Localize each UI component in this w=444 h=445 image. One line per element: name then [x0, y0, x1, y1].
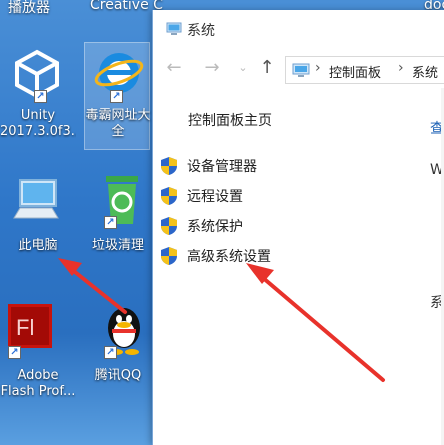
desktop-icon-label: 垃圾清理 — [91, 238, 144, 253]
desktop-icon-browser[interactable]: ↗ 毒霸网址大 全 — [80, 44, 156, 150]
forward-arrow-icon[interactable]: → — [202, 58, 222, 78]
system-window-icon — [166, 22, 182, 35]
desktop-icon-label: 2017.3.0f3... — [0, 124, 76, 139]
flash-icon: Fl — [8, 304, 52, 348]
svg-text:Fl: Fl — [16, 315, 34, 340]
control-panel-home-link[interactable]: 控制面板主页 — [188, 110, 272, 130]
breadcrumb-system[interactable]: 系统 — [412, 62, 438, 81]
desktop: 播放器 Creative C ↗ Unity 2017.3.0f3... ↗ 毒… — [0, 0, 163, 445]
task-label: 高级系统设置 — [187, 249, 271, 265]
navigation-bar: ← → ⌄ ↑ › 控制面板 › 系统 — [153, 48, 444, 88]
desktop-icon-unity[interactable]: ↗ Unity 2017.3.0f3... — [0, 44, 76, 150]
task-label: 系统保护 — [187, 219, 243, 235]
desktop-icon-qq[interactable]: ↗ 腾讯QQ — [80, 300, 156, 410]
uac-shield-icon — [161, 247, 177, 265]
system-window: 系统 ← → ⌄ ↑ › 控制面板 › 系统 控制面板主页 设备管理器 远程设置… — [152, 10, 444, 445]
up-arrow-icon[interactable]: ↑ — [257, 58, 277, 78]
uac-shield-icon — [161, 217, 177, 235]
task-label: 设备管理器 — [187, 159, 257, 175]
left-task-pane: 控制面板主页 设备管理器 远程设置 系统保护 高级系统设置 — [153, 88, 423, 445]
desktop-icon-adobe-flash[interactable]: Fl ↗ Adobe Flash Prof... — [0, 300, 76, 410]
back-arrow-icon[interactable]: ← — [164, 58, 184, 78]
chevron-right-icon: › — [398, 60, 404, 76]
shortcut-arrow-icon: ↗ — [8, 346, 21, 359]
control-panel-icon — [292, 63, 310, 77]
task-label: 远程设置 — [187, 189, 243, 205]
desktop-icon-label: 此电脑 — [18, 238, 58, 253]
desktop-icon-label: Unity — [20, 108, 56, 123]
breadcrumb-control-panel[interactable]: 控制面板 — [329, 62, 381, 81]
shortcut-arrow-icon: ↗ — [34, 90, 47, 103]
computer-icon — [13, 179, 59, 219]
chevron-right-icon: › — [315, 60, 321, 76]
title-bar[interactable]: 系统 — [153, 10, 444, 48]
desktop-icon-label: 腾讯QQ — [94, 368, 142, 383]
desktop-icon-label: 毒霸网址大 — [85, 108, 151, 123]
window-title: 系统 — [187, 23, 215, 39]
desktop-label-player[interactable]: 播放器 — [8, 0, 50, 17]
desktop-icon-this-pc[interactable]: 此电脑 — [0, 170, 76, 260]
uac-shield-icon — [161, 187, 177, 205]
desktop-icon-label: 全 — [111, 124, 125, 139]
shortcut-arrow-icon: ↗ — [104, 346, 117, 359]
desktop-icon-label: Flash Prof... — [0, 384, 76, 399]
chevron-down-icon[interactable]: ⌄ — [233, 58, 253, 78]
shortcut-arrow-icon: ↗ — [104, 216, 117, 229]
shortcut-arrow-icon: ↗ — [110, 90, 123, 103]
uac-shield-icon — [161, 157, 177, 175]
desktop-icon-label: Adobe — [17, 368, 59, 383]
desktop-icon-cleanup[interactable]: ↗ 垃圾清理 — [80, 170, 156, 260]
address-bar[interactable]: › 控制面板 › 系统 — [285, 56, 444, 84]
